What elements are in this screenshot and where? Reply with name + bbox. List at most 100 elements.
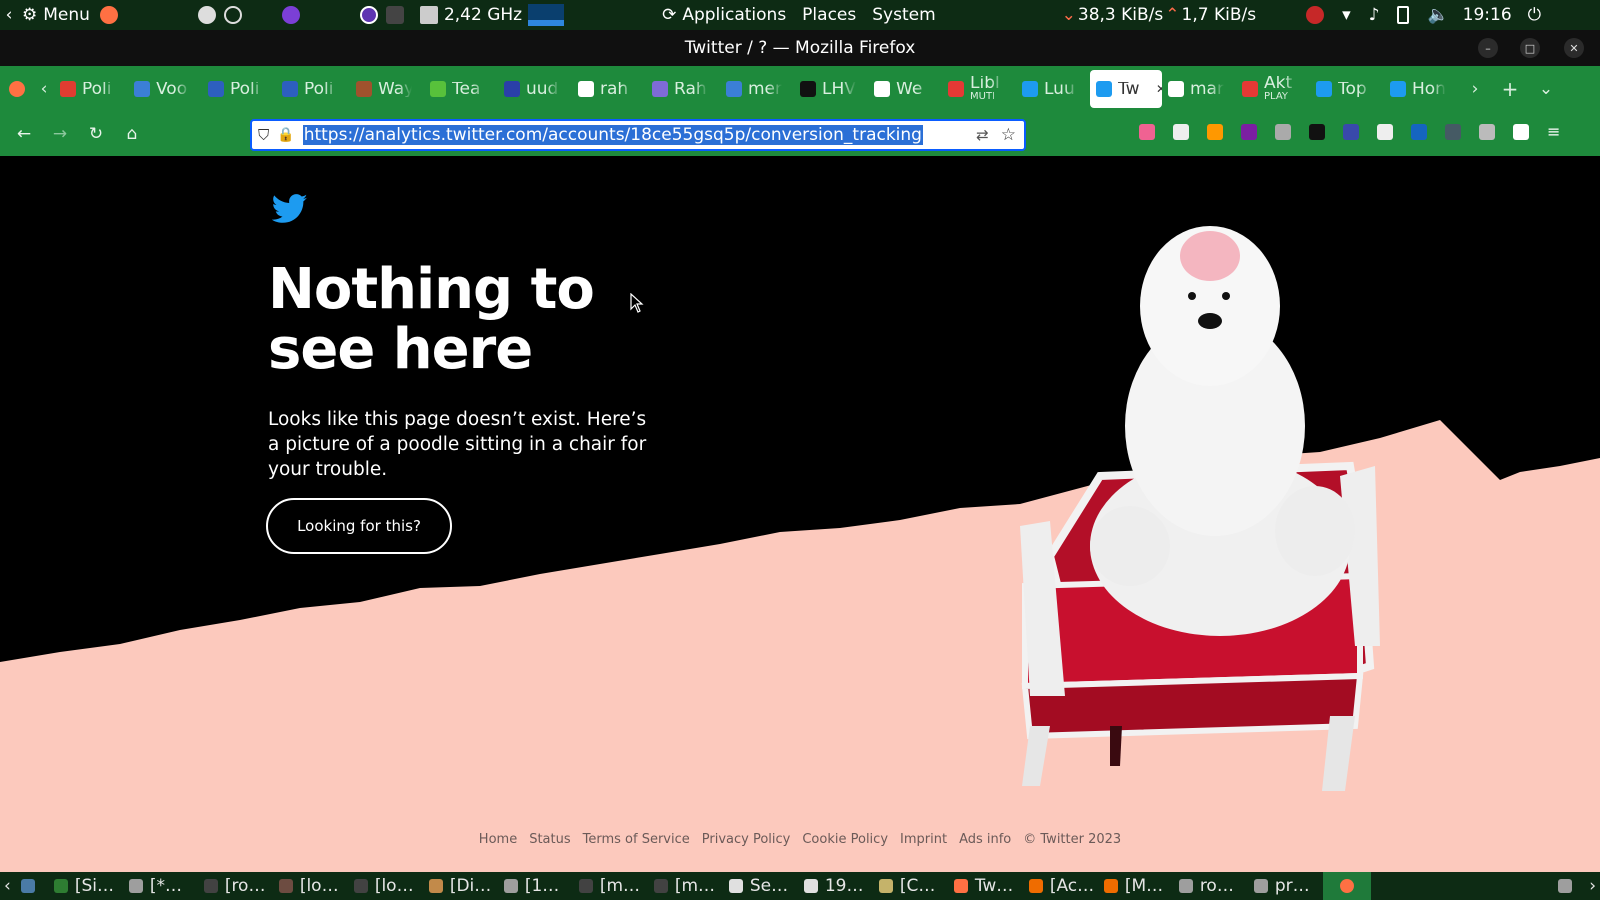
- footer-link-terms[interactable]: Terms of Service: [583, 832, 690, 847]
- taskbar-item[interactable]: [Di…: [423, 872, 498, 900]
- browser-tab[interactable]: uud: [498, 66, 572, 112]
- home-button[interactable]: ⌂: [114, 116, 150, 152]
- translate-icon[interactable]: ⇄: [976, 126, 989, 144]
- show-desktop-button[interactable]: [15, 872, 48, 900]
- url-text[interactable]: https://analytics.twitter.com/accounts/1…: [302, 125, 923, 145]
- bookmark-star-icon[interactable]: ☆: [1001, 125, 1016, 145]
- browser-tab[interactable]: Akt PLAY: [1236, 66, 1310, 112]
- settings-icon[interactable]: [223, 0, 242, 30]
- browser-tab[interactable]: mer: [720, 66, 794, 112]
- browser-tab[interactable]: Tea: [424, 66, 498, 112]
- extensions-icon[interactable]: [1513, 124, 1529, 140]
- tor-icon[interactable]: [281, 0, 300, 30]
- panel-left-arrow-icon[interactable]: ‹: [0, 0, 18, 30]
- taskbar-item[interactable]: [C…: [873, 872, 948, 900]
- twitter-bird-logo-icon[interactable]: [272, 194, 308, 224]
- taskbar-item[interactable]: [Si…: [48, 872, 123, 900]
- taskbar-item[interactable]: Se…: [723, 872, 798, 900]
- browser-tab[interactable]: Top: [1310, 66, 1384, 112]
- maximize-button[interactable]: □: [1520, 38, 1540, 58]
- browser-tab[interactable]: Hon: [1384, 66, 1458, 112]
- extension-2-icon[interactable]: [1275, 124, 1291, 140]
- lock-icon[interactable]: 🔒: [277, 127, 294, 143]
- downloads-icon[interactable]: [1173, 124, 1189, 140]
- accessibility-icon[interactable]: [197, 0, 216, 30]
- minimize-button[interactable]: –: [1478, 38, 1498, 58]
- pocket-icon[interactable]: [1139, 124, 1155, 140]
- firefox-view-button[interactable]: [0, 66, 34, 112]
- volume-icon[interactable]: 🔈: [1427, 0, 1448, 30]
- browser-tab[interactable]: Rah: [646, 66, 720, 112]
- taskbar-item[interactable]: [M…: [1098, 872, 1173, 900]
- browser-tab[interactable]: rah: [572, 66, 646, 112]
- firefox-task-button[interactable]: [1322, 872, 1371, 900]
- clock[interactable]: 19:16: [1463, 0, 1512, 30]
- extension-3-icon[interactable]: [1343, 124, 1359, 140]
- back-button[interactable]: ←: [6, 116, 42, 152]
- filter-icon[interactable]: [1377, 124, 1393, 140]
- browser-tab[interactable]: Way: [350, 66, 424, 112]
- tracking-protection-icon[interactable]: ⛉: [258, 126, 269, 144]
- network-icon[interactable]: ▾: [1342, 0, 1351, 30]
- footer-link-privacy[interactable]: Privacy Policy: [702, 832, 791, 847]
- record-icon[interactable]: [1306, 0, 1325, 30]
- extension-1-icon[interactable]: [1207, 124, 1223, 140]
- new-tab-button[interactable]: +: [1492, 66, 1528, 112]
- close-window-button[interactable]: ✕: [1564, 38, 1584, 58]
- footer-link-home[interactable]: Home: [479, 832, 517, 847]
- language-icon[interactable]: [1445, 124, 1461, 140]
- taskbar-item[interactable]: [ro…: [198, 872, 273, 900]
- list-all-tabs-button[interactable]: ⌄: [1528, 66, 1564, 112]
- browser-tab[interactable]: Tw ✕: [1090, 70, 1162, 108]
- taskbar-item[interactable]: [lo…: [348, 872, 423, 900]
- wifi-icon[interactable]: ⌄ 38,3 KiB/s ⌃ 1,7 KiB/s: [1036, 0, 1256, 30]
- browser-tab[interactable]: LHV: [794, 66, 868, 112]
- taskbar-item[interactable]: [m…: [573, 872, 648, 900]
- footer-link-cookies[interactable]: Cookie Policy: [802, 832, 888, 847]
- calendar-icon[interactable]: [1309, 124, 1325, 140]
- taskbar-item[interactable]: [*…: [123, 872, 198, 900]
- taskbar-item[interactable]: pr…: [1248, 872, 1323, 900]
- footer-link-ads-info[interactable]: Ads info: [959, 832, 1011, 847]
- browser-tab[interactable]: Luu: [1016, 66, 1090, 112]
- browser-tab[interactable]: Voo: [128, 66, 202, 112]
- ublock-icon[interactable]: [1241, 124, 1257, 140]
- tabs-scroll-left-button[interactable]: ‹: [34, 66, 54, 112]
- taskbar-item[interactable]: 19…: [798, 872, 873, 900]
- url-bar[interactable]: ⛉ 🔒 https://analytics.twitter.com/accoun…: [250, 119, 1026, 151]
- opera-icon[interactable]: [359, 0, 378, 30]
- app-menu-icon[interactable]: ≡: [1547, 124, 1563, 140]
- taskbar-item[interactable]: [lo…: [273, 872, 348, 900]
- system-menu[interactable]: System: [872, 0, 935, 30]
- trash-icon[interactable]: [1552, 872, 1585, 900]
- taskbar-item[interactable]: [m…: [648, 872, 723, 900]
- taskbar-item[interactable]: [Ac…: [1023, 872, 1098, 900]
- browser-tab[interactable]: Poli: [276, 66, 350, 112]
- taskbar-item[interactable]: Tw…: [948, 872, 1023, 900]
- terminal-icon[interactable]: [385, 0, 404, 30]
- browser-tab[interactable]: Libl MUTI: [942, 66, 1016, 112]
- tabs-scroll-right-button[interactable]: ›: [1458, 66, 1492, 112]
- browser-tab[interactable]: mar: [1162, 66, 1236, 112]
- power-icon[interactable]: ⏻: [1528, 0, 1541, 30]
- browser-tab[interactable]: Poli: [54, 66, 128, 112]
- taskbar-scroll-left-button[interactable]: ‹: [0, 872, 15, 900]
- browser-tab[interactable]: We: [868, 66, 942, 112]
- taskbar-scroll-right-button[interactable]: ›: [1585, 872, 1600, 900]
- taskbar-item[interactable]: ro…: [1173, 872, 1248, 900]
- id-icon[interactable]: [1411, 124, 1427, 140]
- notifications-icon[interactable]: ♪: [1369, 0, 1380, 30]
- looking-for-this-button[interactable]: Looking for this?: [266, 498, 452, 554]
- browser-tab[interactable]: Poli: [202, 66, 276, 112]
- places-menu[interactable]: Places: [802, 0, 856, 30]
- cloud-icon[interactable]: [1479, 124, 1495, 140]
- footer-link-imprint[interactable]: Imprint: [900, 832, 947, 847]
- menu-button[interactable]: ⚙ Menu: [22, 0, 90, 30]
- battery-icon[interactable]: [1397, 0, 1410, 30]
- reload-button[interactable]: ↻: [78, 116, 114, 152]
- applications-menu[interactable]: ⟳ Applications: [662, 0, 786, 30]
- firefox-launcher-icon[interactable]: [99, 0, 118, 30]
- taskbar-item[interactable]: [1…: [498, 872, 573, 900]
- footer-link-status[interactable]: Status: [529, 832, 570, 847]
- forward-button[interactable]: →: [42, 116, 78, 152]
